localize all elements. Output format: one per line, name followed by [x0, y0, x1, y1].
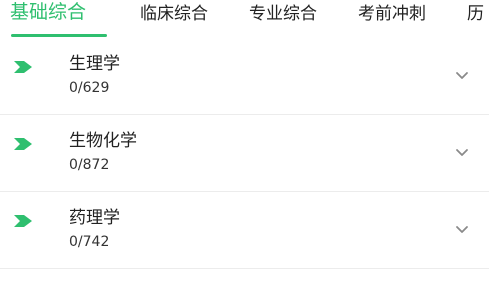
item-progress: 0/872 [69, 157, 110, 173]
chevron-right-marker-icon [14, 138, 32, 150]
item-progress: 0/742 [69, 234, 110, 250]
chevron-down-icon[interactable] [455, 71, 469, 81]
chevron-down-icon[interactable] [455, 225, 469, 235]
chevron-down-icon[interactable] [455, 148, 469, 158]
tab-history[interactable]: 历 [467, 3, 484, 25]
list-item-physiology[interactable]: 生理学 0/629 [0, 38, 489, 115]
active-tab-indicator [11, 34, 107, 37]
list-item-pharmacology[interactable]: 药理学 0/742 [0, 192, 489, 269]
item-title: 生物化学 [69, 131, 137, 151]
tab-professional-comprehensive[interactable]: 专业综合 [249, 3, 317, 25]
item-title: 生理学 [69, 54, 120, 74]
subject-tab-bar: 基础综合 临床综合 专业综合 考前冲刺 历 [0, 0, 489, 38]
tab-basic-comprehensive[interactable]: 基础综合 [10, 1, 86, 23]
tab-pre-exam-sprint[interactable]: 考前冲刺 [358, 3, 426, 25]
item-progress: 0/629 [69, 80, 110, 96]
chevron-right-marker-icon [14, 215, 32, 227]
list-item-biochemistry[interactable]: 生物化学 0/872 [0, 115, 489, 192]
subject-list: 生理学 0/629 生物化学 0/872 药理学 0/742 [0, 38, 489, 269]
chevron-right-marker-icon [14, 61, 32, 73]
tab-clinical-comprehensive[interactable]: 临床综合 [140, 3, 208, 25]
item-title: 药理学 [69, 208, 120, 228]
